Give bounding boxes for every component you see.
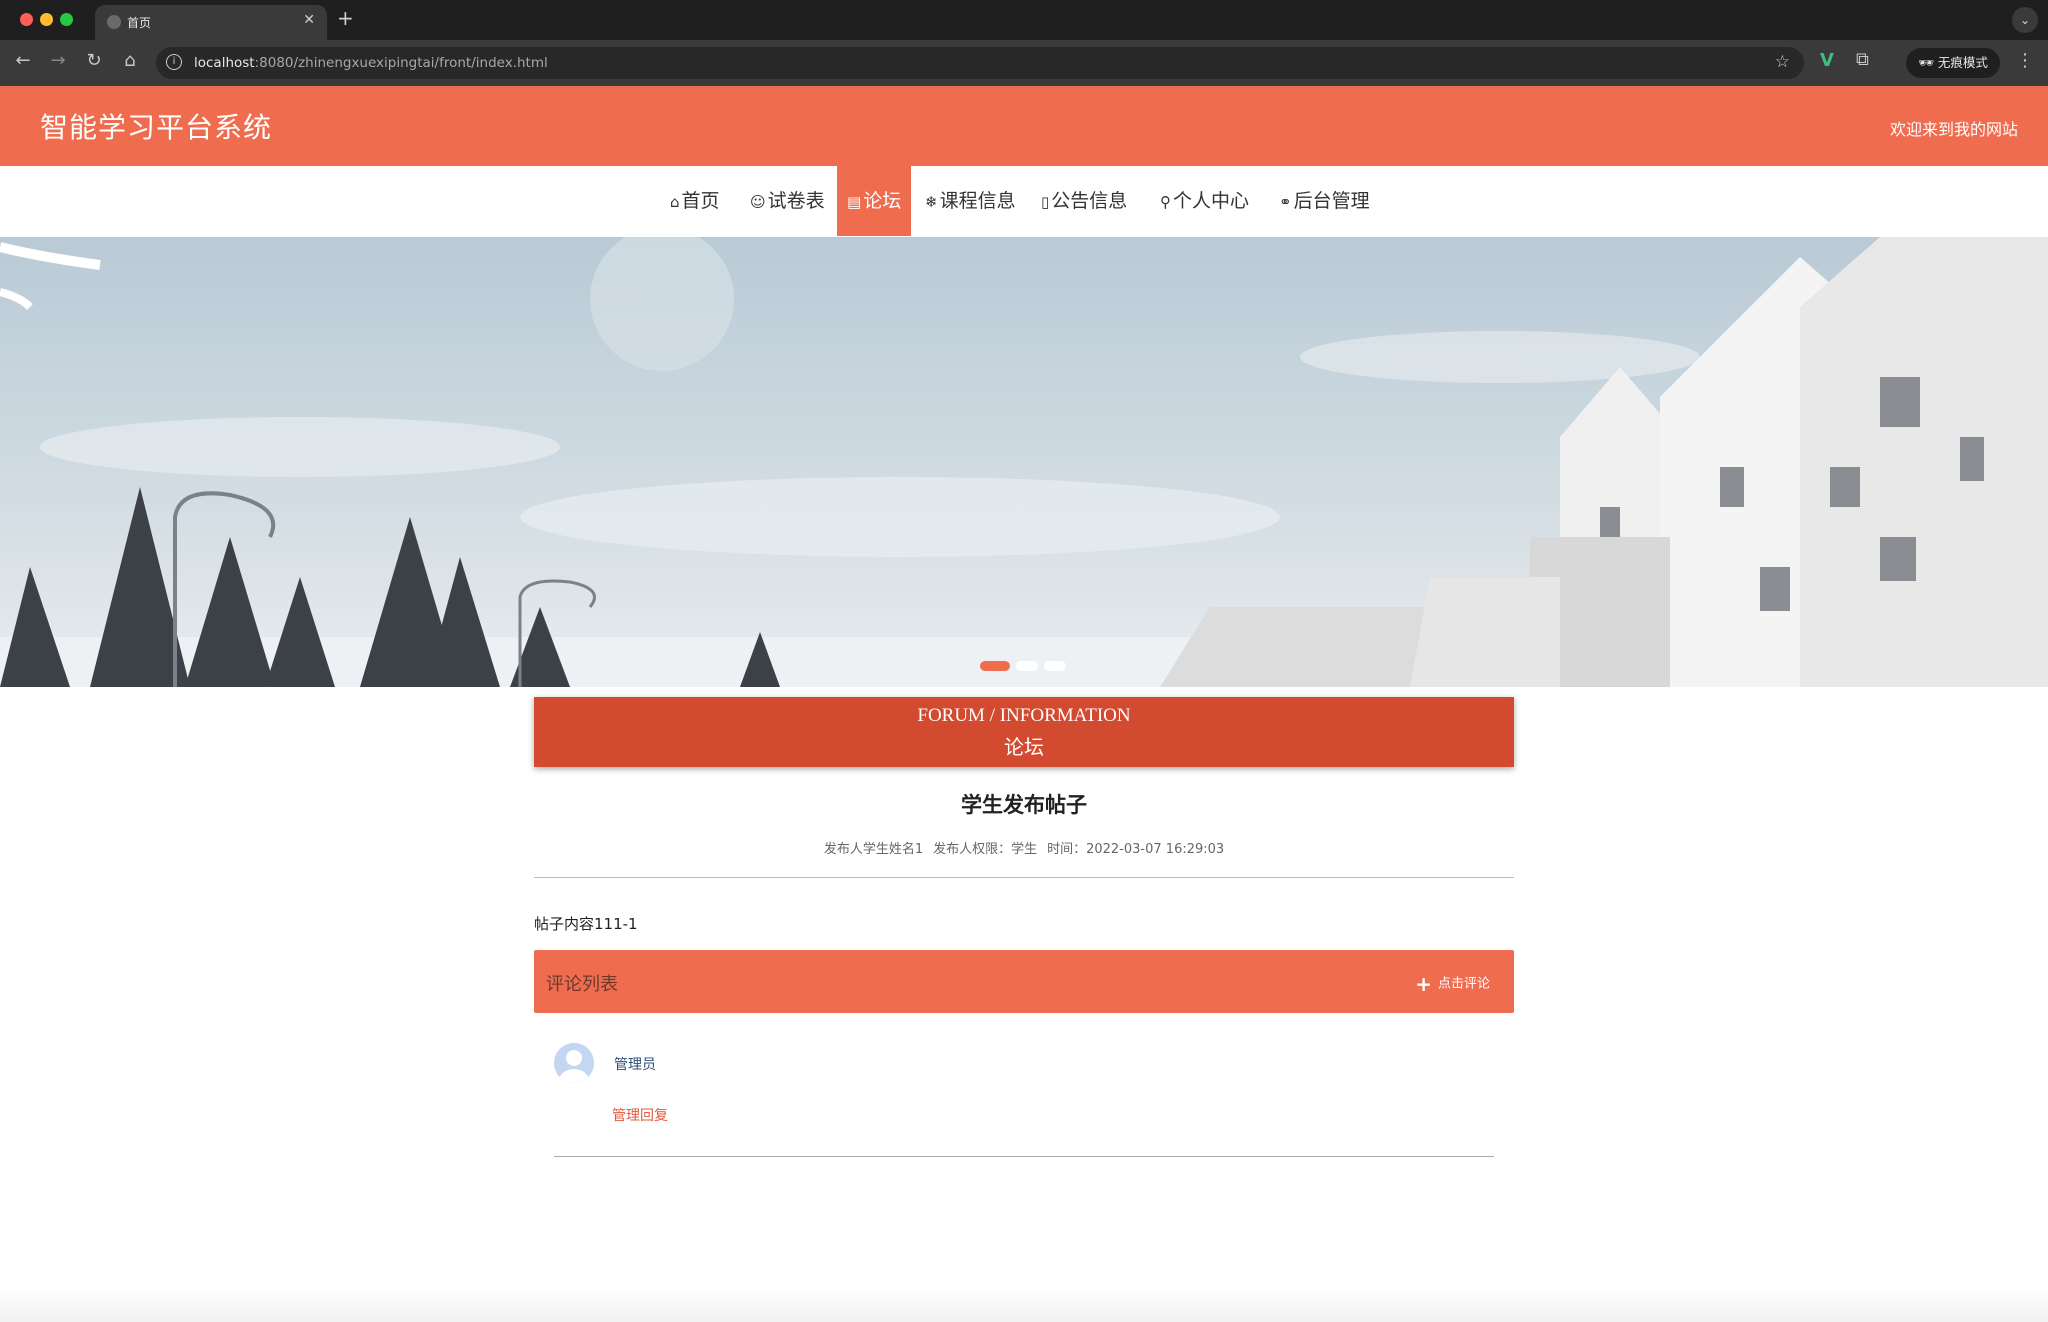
- site-title: 智能学习平台系统: [40, 111, 273, 144]
- section-title-banner: FORUM / INFORMATION 论坛: [534, 697, 1514, 767]
- winter-scene-image: [0, 237, 2048, 687]
- site-info-icon[interactable]: i: [166, 54, 182, 70]
- divider: [534, 877, 1514, 878]
- link-icon: ⚭: [1279, 193, 1292, 211]
- url-path: :8080/zhinengxuexipingtai/front/index.ht…: [254, 55, 548, 71]
- incognito-label: 无痕模式: [1937, 55, 1988, 70]
- url-host: localhost: [194, 55, 255, 71]
- browser-menu-icon[interactable]: ⋮: [2016, 50, 2034, 71]
- post-role: 发布人权限：学生: [933, 842, 1038, 857]
- tab-close-icon[interactable]: ✕: [303, 12, 315, 28]
- minimize-window-button[interactable]: [40, 13, 53, 26]
- add-comment-label: 点击评论: [1437, 976, 1490, 992]
- address-bar[interactable]: i localhost:8080/zhinengxuexipingtai/fro…: [156, 47, 1804, 79]
- extensions-puzzle-icon[interactable]: ⧉: [1856, 49, 1869, 70]
- nav-label: 课程信息: [939, 190, 1016, 212]
- incognito-icon: 🕶: [1918, 55, 1934, 70]
- nav-label: 个人中心: [1173, 190, 1250, 212]
- carousel-dot[interactable]: [980, 660, 1010, 671]
- user-icon: ⚲: [1160, 193, 1171, 211]
- welcome-text: 欢迎来到我的网站: [1889, 120, 2018, 139]
- post-author: 发布人学生姓名1: [823, 842, 924, 857]
- add-comment-button[interactable]: + 点击评论: [1415, 972, 1490, 996]
- post-time: 时间：2022-03-07 16:29:03: [1047, 842, 1225, 857]
- palette-icon: ☺: [750, 193, 766, 211]
- nav-item-course[interactable]: ❄ 课程信息: [925, 166, 1016, 236]
- section-title-zh: 论坛: [1004, 737, 1044, 759]
- page-viewport: 智能学习平台系统 欢迎来到我的网站 ⌂ 首页 ☺ 试卷表 ▤ 论坛 ❄ 课程信息 ▯ 公告…: [0, 86, 2048, 1322]
- site-header: 智能学习平台系统 欢迎来到我的网站: [0, 86, 2048, 166]
- divider: [554, 1156, 1494, 1157]
- maximize-window-button[interactable]: [60, 13, 73, 26]
- comment-text: 管理回复: [612, 1108, 668, 1124]
- page-bottom: [0, 1286, 2048, 1322]
- close-window-button[interactable]: [20, 13, 33, 26]
- carousel-indicators: [980, 655, 1072, 674]
- nav-item-exam[interactable]: ☺ 试卷表: [750, 166, 825, 236]
- avatar: [554, 1043, 594, 1083]
- nav-item-admin[interactable]: ⚭ 后台管理: [1279, 166, 1370, 236]
- main-nav: ⌂ 首页 ☺ 试卷表 ▤ 论坛 ❄ 课程信息 ▯ 公告信息 ⚲ 个人中心 ⚭ 后台管理: [0, 166, 2048, 236]
- nav-label: 后台管理: [1293, 190, 1370, 212]
- carousel-banner[interactable]: [0, 237, 2048, 687]
- forward-icon[interactable]: →: [45, 50, 71, 71]
- home-icon[interactable]: ⌂: [117, 50, 143, 71]
- section-title-en: FORUM / INFORMATION: [917, 705, 1131, 726]
- back-icon[interactable]: ←: [10, 50, 36, 71]
- comment-author: 管理员: [614, 1057, 656, 1073]
- browser-tab[interactable]: 首页 ✕: [95, 5, 327, 40]
- reload-icon[interactable]: ↻: [81, 50, 107, 71]
- nav-label: 论坛: [863, 190, 902, 212]
- carousel-dot[interactable]: [1016, 660, 1038, 671]
- calendar-icon: ▤: [847, 193, 862, 211]
- carousel-dot[interactable]: [1044, 660, 1066, 671]
- globe-icon: [107, 15, 121, 29]
- nav-item-notice[interactable]: ▯ 公告信息: [1041, 166, 1127, 236]
- tab-title: 首页: [127, 16, 152, 30]
- nav-label: 试卷表: [767, 190, 825, 212]
- notice-icon: ▯: [1041, 193, 1050, 211]
- vue-devtools-extension-icon[interactable]: V: [1820, 50, 1834, 71]
- snowflake-icon: ❄: [925, 193, 938, 211]
- nav-item-forum[interactable]: ▤ 论坛: [837, 166, 912, 236]
- nav-item-home[interactable]: ⌂ 首页: [670, 166, 720, 236]
- browser-titlebar: 首页 ✕ + ⌄: [0, 0, 2048, 40]
- plus-icon: +: [1415, 972, 1432, 996]
- bookmark-star-icon[interactable]: ☆: [1775, 52, 1790, 72]
- new-tab-button[interactable]: +: [337, 6, 354, 30]
- tab-search-button[interactable]: ⌄: [2012, 7, 2038, 33]
- comment-list-header: 评论列表 + 点击评论: [534, 950, 1514, 1013]
- user-avatar-icon: [554, 1043, 594, 1083]
- post-title: 学生发布帖子: [961, 793, 1087, 817]
- post-meta: 发布人学生姓名1 发布人权限：学生 时间：2022-03-07 16:29:03: [534, 838, 1514, 857]
- nav-label: 公告信息: [1051, 190, 1128, 212]
- nav-label: 首页: [681, 190, 720, 212]
- post-content: 帖子内容111-1: [534, 915, 638, 933]
- url-text[interactable]: localhost:8080/zhinengxuexipingtai/front…: [194, 55, 548, 71]
- incognito-badge[interactable]: 🕶 无痕模式: [1906, 48, 2000, 78]
- home-icon: ⌂: [670, 193, 680, 211]
- comment-list-title: 评论列表: [546, 974, 618, 995]
- nav-item-profile[interactable]: ⚲ 个人中心: [1160, 166, 1249, 236]
- browser-toolbar: ← → ↻ ⌂ i localhost:8080/zhinengxuexipin…: [0, 40, 2048, 86]
